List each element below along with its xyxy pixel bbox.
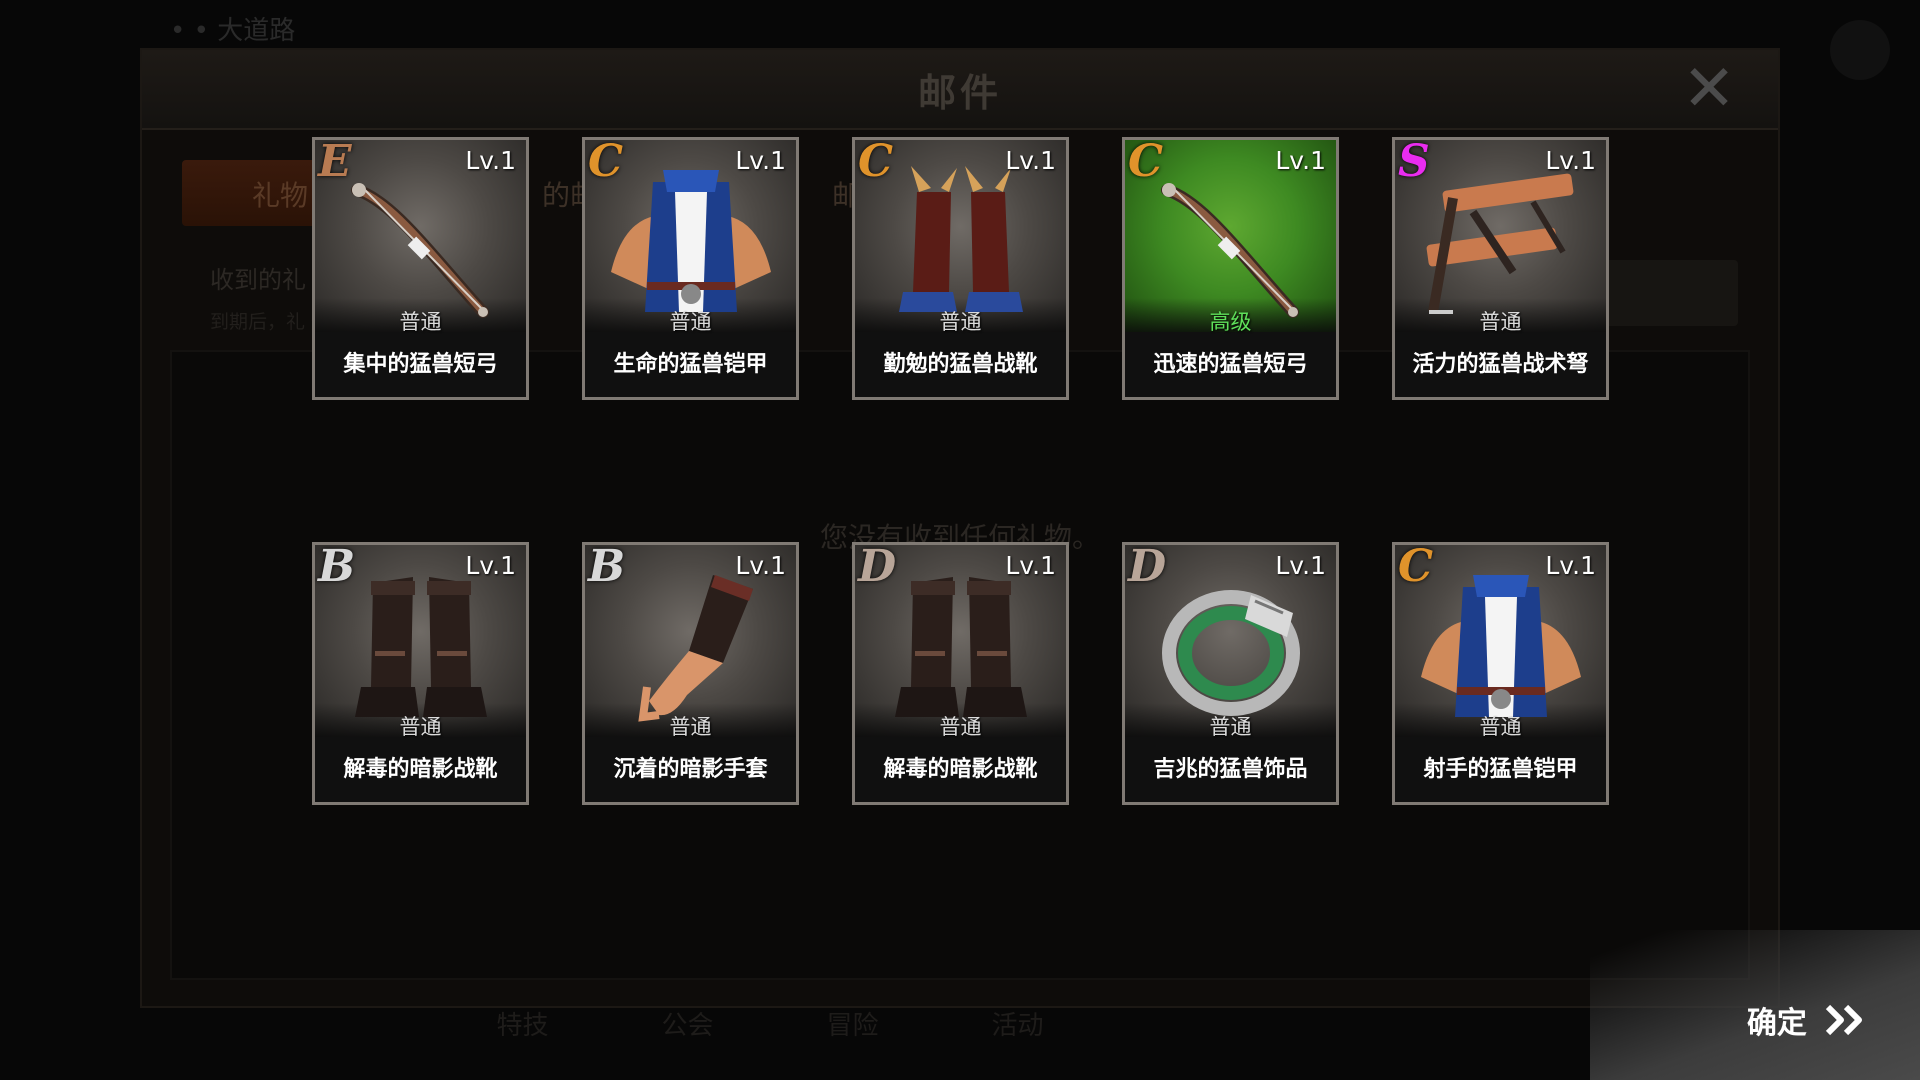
crossbow-icon (1413, 162, 1589, 322)
reward-card[interactable]: D Lv.1 普通 解毒的暗影战靴 (852, 542, 1069, 805)
item-name: 生命的猛兽铠甲 (585, 332, 796, 397)
reward-card[interactable]: D Lv.1 普通 吉兆的猛兽饰品 (1122, 542, 1339, 805)
rarity-rank: S (1398, 137, 1430, 187)
rarity-rank: B (318, 542, 356, 592)
item-level: Lv.1 (735, 551, 786, 580)
item-name: 勤勉的猛兽战靴 (855, 332, 1066, 397)
item-quality: 普通 (1479, 310, 1522, 334)
reward-card[interactable]: B Lv.1 普通 解毒的暗影战靴 (312, 542, 529, 805)
double-chevron-right-icon (1825, 1004, 1862, 1036)
mail-header: 邮件 ✕ (142, 50, 1778, 130)
item-quality: 普通 (1479, 715, 1522, 739)
item-level: Lv.1 (1545, 551, 1596, 580)
item-level: Lv.1 (1005, 146, 1056, 175)
confirm-label: 确定 (1746, 1006, 1807, 1041)
item-quality: 普通 (939, 310, 982, 334)
rarity-rank: B (588, 542, 626, 592)
spiked-boots-icon (873, 162, 1049, 322)
nav-item-skills[interactable]: 特技 (440, 1005, 605, 1042)
item-level: Lv.1 (465, 551, 516, 580)
confirm-button[interactable]: 确定 (1747, 998, 1866, 1046)
nav-item-adventure[interactable]: 冒险 (770, 1005, 935, 1042)
item-name: 沉着的暗影手套 (585, 737, 796, 802)
ring-icon (1143, 567, 1319, 727)
item-quality: 普通 (669, 715, 712, 739)
vest-armor-icon (603, 162, 779, 322)
tab-gifts-label: 礼物 (252, 179, 309, 212)
item-quality: 普通 (399, 715, 442, 739)
rarity-rank: C (588, 137, 624, 187)
item-level: Lv.1 (1005, 551, 1056, 580)
vest-armor-icon (1413, 567, 1589, 727)
bottom-nav: 特技 公会 冒险 活动 (440, 1005, 1140, 1042)
item-quality: 普通 (399, 310, 442, 334)
item-level: Lv.1 (465, 146, 516, 175)
rarity-rank: C (1398, 542, 1434, 592)
item-quality: 普通 (1209, 715, 1252, 739)
reward-card[interactable]: C Lv.1 普通 生命的猛兽铠甲 (582, 137, 799, 400)
nav-item-events[interactable]: 活动 (935, 1005, 1100, 1042)
item-level: Lv.1 (735, 146, 786, 175)
item-name: 迅速的猛兽短弓 (1125, 332, 1336, 397)
reward-card[interactable]: C Lv.1 普通 勤勉的猛兽战靴 (852, 137, 1069, 400)
item-quality: 普通 (669, 310, 712, 334)
item-name: 射手的猛兽铠甲 (1395, 737, 1606, 802)
reward-card[interactable]: B Lv.1 普通 沉着的暗影手套 (582, 542, 799, 805)
item-name: 解毒的暗影战靴 (855, 737, 1066, 802)
rarity-rank: D (858, 542, 897, 592)
item-name: 集中的猛兽短弓 (315, 332, 526, 397)
item-level: Lv.1 (1545, 146, 1596, 175)
rarity-rank: C (858, 137, 894, 187)
bow-icon (333, 162, 509, 322)
item-quality: 高级 (1209, 310, 1252, 334)
rarity-rank: C (1128, 137, 1164, 187)
bow-icon (1143, 162, 1319, 322)
rarity-rank: D (1128, 542, 1167, 592)
mail-title: 邮件 (917, 71, 1002, 115)
item-level: Lv.1 (1275, 551, 1326, 580)
reward-card[interactable]: S Lv.1 普通 活力的猛兽战术弩 (1392, 137, 1609, 400)
close-icon[interactable]: ✕ (1680, 57, 1738, 121)
item-name: 解毒的暗影战靴 (315, 737, 526, 802)
rarity-rank: E (318, 137, 352, 187)
item-name: 吉兆的猛兽饰品 (1125, 737, 1336, 802)
reward-card[interactable]: C Lv.1 高级 迅速的猛兽短弓 (1122, 137, 1339, 400)
reward-card[interactable]: C Lv.1 普通 射手的猛兽铠甲 (1392, 542, 1609, 805)
nav-item-guild[interactable]: 公会 (605, 1005, 770, 1042)
leather-boots-icon (873, 567, 1049, 727)
item-name: 活力的猛兽战术弩 (1395, 332, 1606, 397)
leather-boots-icon (333, 567, 509, 727)
glove-icon (603, 567, 779, 727)
reward-card[interactable]: E Lv.1 普通 集中的猛兽短弓 (312, 137, 529, 400)
settings-icon (1830, 20, 1890, 80)
background-game-title: • • 大道路 (170, 16, 296, 46)
item-level: Lv.1 (1275, 146, 1326, 175)
item-quality: 普通 (939, 715, 982, 739)
